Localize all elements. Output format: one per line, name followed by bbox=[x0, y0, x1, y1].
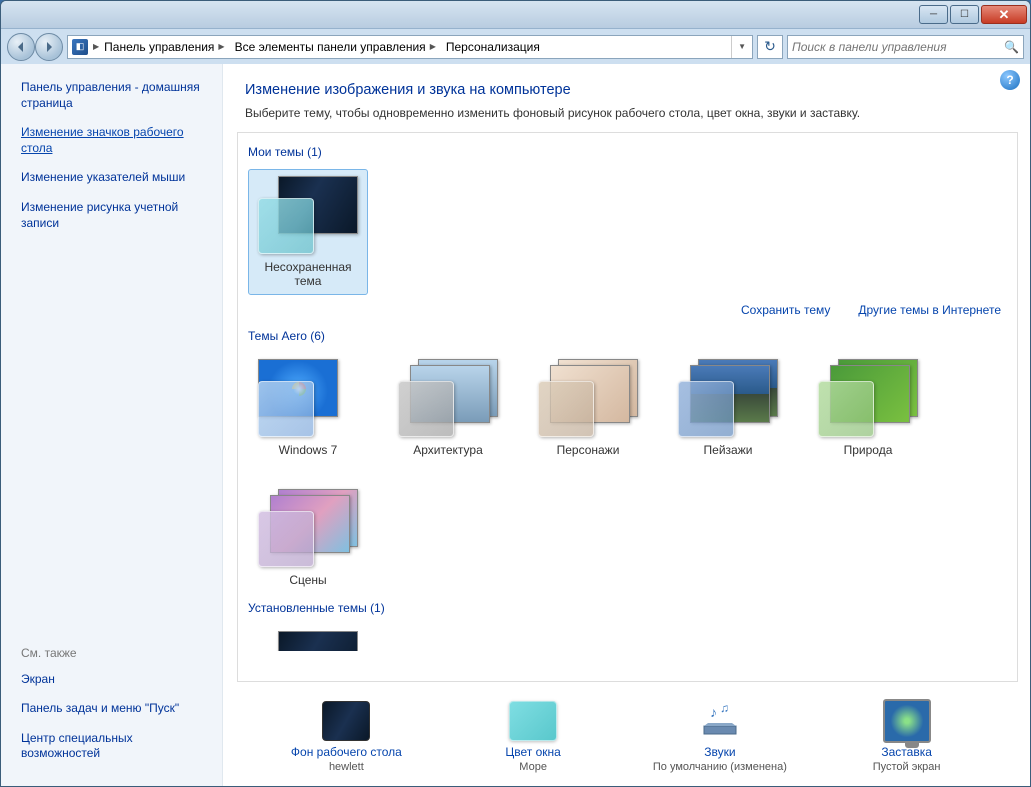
desktop-background-button[interactable]: Фон рабочего стола hewlett bbox=[266, 701, 426, 773]
close-button[interactable]: ✕ bbox=[981, 5, 1027, 24]
theme-grid-my: Несохраненная тема bbox=[248, 169, 1007, 295]
theme-thumb bbox=[398, 359, 498, 437]
group-links: Сохранить тему Другие темы в Интернете bbox=[254, 303, 1001, 317]
glass-thumb bbox=[818, 381, 874, 437]
sounds-button[interactable]: ♪♫ Звуки По умолчанию (изменена) bbox=[640, 701, 800, 773]
page-header: Изменение изображения и звука на компьют… bbox=[223, 64, 1030, 128]
svg-text:♪: ♪ bbox=[710, 704, 717, 720]
sidebar-link-desktop-icons[interactable]: Изменение значков рабочего стола bbox=[21, 125, 208, 156]
address-bar[interactable]: ◧ ▶ Панель управления▶ Все элементы пане… bbox=[67, 35, 753, 59]
theme-thumb bbox=[678, 359, 778, 437]
sound-icon: ♪♫ bbox=[696, 701, 744, 741]
theme-thumb bbox=[258, 489, 358, 567]
theme-characters[interactable]: Персонажи bbox=[528, 353, 648, 463]
theme-thumb bbox=[258, 176, 358, 254]
theme-scroll-area[interactable]: Мои темы (1) Несохраненная тема Сохранит… bbox=[237, 132, 1018, 682]
theme-installed-item[interactable] bbox=[248, 625, 368, 682]
glass-thumb bbox=[538, 381, 594, 437]
see-also-display[interactable]: Экран bbox=[21, 672, 208, 688]
search-input[interactable] bbox=[792, 40, 1004, 54]
save-theme-link[interactable]: Сохранить тему bbox=[741, 303, 830, 317]
bottom-label: Фон рабочего стола bbox=[291, 745, 402, 759]
theme-thumb bbox=[258, 359, 358, 437]
refresh-button[interactable]: ↻ bbox=[757, 35, 783, 59]
theme-label: Природа bbox=[844, 443, 893, 457]
chevron-right-icon: ▶ bbox=[430, 42, 436, 51]
search-box[interactable]: 🔍 bbox=[787, 35, 1024, 59]
theme-thumb bbox=[258, 631, 358, 651]
wallpaper-thumb bbox=[278, 631, 358, 651]
glass-thumb bbox=[258, 198, 314, 254]
bottom-sublabel: Море bbox=[519, 761, 547, 773]
see-also-ease[interactable]: Центр специальных возможностей bbox=[21, 731, 208, 762]
bottom-sublabel: hewlett bbox=[329, 761, 364, 773]
see-also-heading: См. также bbox=[21, 646, 208, 660]
theme-architecture[interactable]: Архитектура bbox=[388, 353, 508, 463]
see-also-taskbar[interactable]: Панель задач и меню "Пуск" bbox=[21, 701, 208, 717]
more-themes-link[interactable]: Другие темы в Интернете bbox=[858, 303, 1001, 317]
svg-text:♫: ♫ bbox=[720, 702, 729, 715]
wallpaper-icon bbox=[322, 701, 370, 741]
theme-thumb bbox=[818, 359, 918, 437]
address-dropdown[interactable]: ▼ bbox=[731, 36, 752, 58]
sidebar-link-mouse-pointers[interactable]: Изменение указателей мыши bbox=[21, 170, 208, 186]
breadcrumb-seg-3[interactable]: Персонализация bbox=[441, 38, 545, 56]
theme-label: Архитектура bbox=[413, 443, 483, 457]
sidebar-home-link[interactable]: Панель управления - домашняя страница bbox=[21, 80, 208, 111]
sidebar: Панель управления - домашняя страница Из… bbox=[1, 64, 223, 786]
screensaver-button[interactable]: Заставка Пустой экран bbox=[827, 701, 987, 773]
theme-label: Сцены bbox=[289, 573, 326, 587]
screensaver-icon bbox=[883, 701, 931, 741]
group-title-installed: Установленные темы (1) bbox=[248, 601, 1007, 615]
glass-thumb bbox=[258, 381, 314, 437]
bottom-sublabel: Пустой экран bbox=[873, 761, 941, 773]
theme-nature[interactable]: Природа bbox=[808, 353, 928, 463]
nav-row: ◧ ▶ Панель управления▶ Все элементы пане… bbox=[1, 29, 1030, 64]
sidebar-link-account-picture[interactable]: Изменение рисунка учетной записи bbox=[21, 200, 208, 231]
window: ─ ☐ ✕ ◧ ▶ Панель управления▶ Все элемент… bbox=[0, 0, 1031, 787]
theme-thumb bbox=[538, 359, 638, 437]
theme-label: Персонажи bbox=[557, 443, 620, 457]
page-subtitle: Выберите тему, чтобы одновременно измени… bbox=[245, 106, 1008, 120]
theme-scenes[interactable]: Сцены bbox=[248, 483, 368, 593]
glass-thumb bbox=[258, 511, 314, 567]
breadcrumb-seg-1[interactable]: Панель управления▶ bbox=[99, 38, 229, 56]
theme-label: Пейзажи bbox=[704, 443, 753, 457]
theme-windows7[interactable]: Windows 7 bbox=[248, 353, 368, 463]
main: ? Изменение изображения и звука на компь… bbox=[223, 64, 1030, 786]
breadcrumb-seg-2[interactable]: Все элементы панели управления▶ bbox=[230, 38, 441, 56]
minimize-button[interactable]: ─ bbox=[919, 5, 948, 24]
group-title-aero: Темы Aero (6) bbox=[248, 329, 1007, 343]
titlebar: ─ ☐ ✕ bbox=[1, 1, 1030, 29]
theme-label: Несохраненная тема bbox=[255, 260, 361, 288]
search-icon[interactable]: 🔍 bbox=[1004, 40, 1019, 54]
body: Панель управления - домашняя страница Из… bbox=[1, 64, 1030, 786]
window-color-button[interactable]: Цвет окна Море bbox=[453, 701, 613, 773]
glass-thumb bbox=[678, 381, 734, 437]
theme-landscapes[interactable]: Пейзажи bbox=[668, 353, 788, 463]
nav-arrows bbox=[7, 33, 63, 61]
back-button[interactable] bbox=[7, 33, 35, 61]
bottom-label: Цвет окна bbox=[505, 745, 560, 759]
page-title: Изменение изображения и звука на компьют… bbox=[245, 82, 1008, 98]
help-button[interactable]: ? bbox=[1000, 70, 1020, 90]
group-title-my: Мои темы (1) bbox=[248, 145, 1007, 159]
color-icon bbox=[509, 701, 557, 741]
theme-label: Windows 7 bbox=[279, 443, 338, 457]
control-panel-icon: ◧ bbox=[72, 39, 88, 55]
chevron-right-icon: ▶ bbox=[218, 42, 224, 51]
maximize-button[interactable]: ☐ bbox=[950, 5, 979, 24]
bottom-label: Звуки bbox=[704, 745, 735, 759]
bottom-row: Фон рабочего стола hewlett Цвет окна Мор… bbox=[223, 688, 1030, 786]
bottom-sublabel: По умолчанию (изменена) bbox=[653, 761, 787, 773]
forward-button[interactable] bbox=[35, 33, 63, 61]
theme-grid-aero: Windows 7 Архитектура bbox=[248, 353, 1007, 593]
glass-thumb bbox=[398, 381, 454, 437]
theme-unsaved[interactable]: Несохраненная тема bbox=[248, 169, 368, 295]
